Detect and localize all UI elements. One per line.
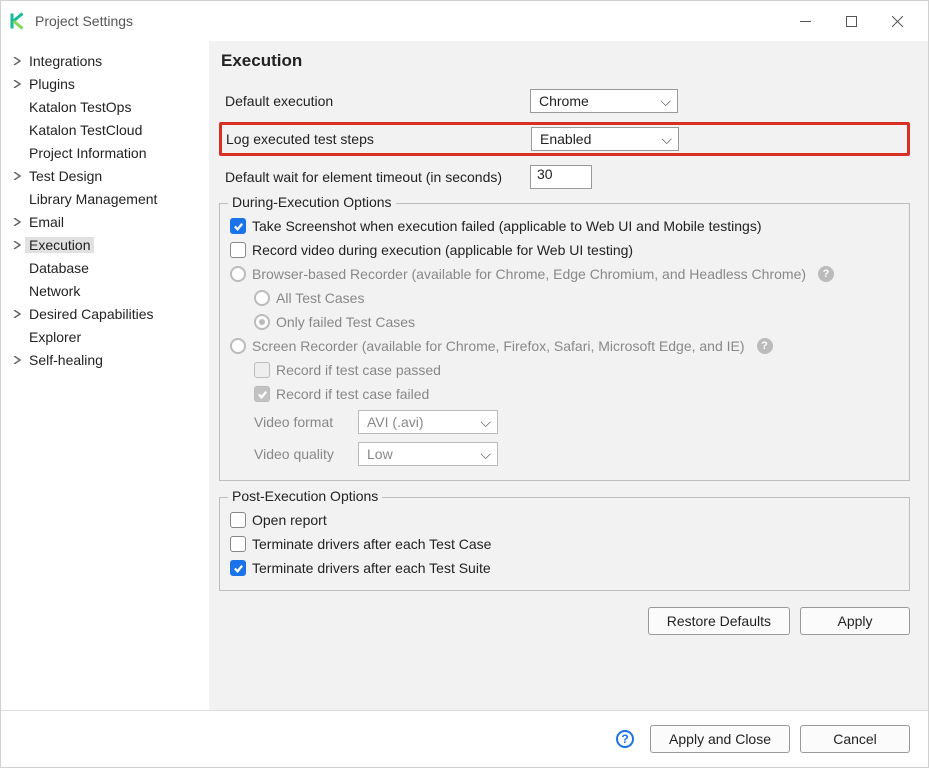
browser-recorder-row: Browser-based Recorder (available for Ch… xyxy=(230,262,899,286)
all-test-cases-radio xyxy=(254,290,270,306)
chevron-right-icon xyxy=(9,53,25,69)
chevron-right-icon xyxy=(9,306,25,322)
video-quality-select: Low ⌵ xyxy=(358,442,498,466)
chevron-down-icon: ⌵ xyxy=(661,131,672,148)
chevron-right-icon xyxy=(9,352,25,368)
terminate-after-case-row[interactable]: Terminate drivers after each Test Case xyxy=(230,532,899,556)
video-format-row: Video format AVI (.avi) ⌵ xyxy=(230,406,899,438)
default-execution-row: Default execution Chrome ⌵ xyxy=(219,86,910,116)
dialog-footer: ? Apply and Close Cancel xyxy=(1,710,928,767)
open-report-checkbox[interactable] xyxy=(230,512,246,528)
execution-panel: Execution Default execution Chrome ⌵ Log… xyxy=(209,41,928,710)
tree-item-network[interactable]: Network xyxy=(5,279,205,302)
terminate-after-case-checkbox[interactable] xyxy=(230,536,246,552)
terminate-after-suite-row[interactable]: Terminate drivers after each Test Suite xyxy=(230,556,899,580)
all-test-cases-row: All Test Cases xyxy=(230,286,899,310)
default-execution-label: Default execution xyxy=(225,93,530,109)
log-executed-steps-label: Log executed test steps xyxy=(226,131,531,147)
tree-item-project-information[interactable]: Project Information xyxy=(5,141,205,164)
maximize-button[interactable] xyxy=(828,5,874,37)
apply-button[interactable]: Apply xyxy=(800,607,910,635)
panel-buttons: Restore Defaults Apply xyxy=(219,607,910,635)
cancel-button[interactable]: Cancel xyxy=(800,725,910,753)
apply-and-close-button[interactable]: Apply and Close xyxy=(650,725,790,753)
video-format-select: AVI (.avi) ⌵ xyxy=(358,410,498,434)
minimize-button[interactable] xyxy=(782,5,828,37)
only-failed-row: Only failed Test Cases xyxy=(230,310,899,334)
tree-item-katalon-testcloud[interactable]: Katalon TestCloud xyxy=(5,118,205,141)
during-execution-fieldset: During-Execution Options Take Screenshot… xyxy=(219,203,910,481)
browser-recorder-radio xyxy=(230,266,246,282)
chevron-right-icon xyxy=(9,76,25,92)
record-if-failed-checkbox xyxy=(254,386,270,402)
tree-item-test-design[interactable]: Test Design xyxy=(5,164,205,187)
tree-item-library-management[interactable]: Library Management xyxy=(5,187,205,210)
help-icon[interactable]: ? xyxy=(616,730,634,748)
tree-item-katalon-testops[interactable]: Katalon TestOps xyxy=(5,95,205,118)
chevron-right-icon xyxy=(9,168,25,184)
post-execution-legend: Post-Execution Options xyxy=(228,488,382,504)
post-execution-fieldset: Post-Execution Options Open report Termi… xyxy=(219,497,910,591)
terminate-after-suite-checkbox[interactable] xyxy=(230,560,246,576)
tree-item-plugins[interactable]: Plugins xyxy=(5,72,205,95)
help-icon[interactable]: ? xyxy=(757,338,773,354)
project-settings-window: Project Settings Integrations Plugins Ka… xyxy=(0,0,929,768)
record-if-failed-row: Record if test case failed xyxy=(230,382,899,406)
default-wait-label: Default wait for element timeout (in sec… xyxy=(225,169,530,185)
tree-item-self-healing[interactable]: Self-healing xyxy=(5,348,205,371)
window-title: Project Settings xyxy=(35,13,133,29)
screen-recorder-row: Screen Recorder (available for Chrome, F… xyxy=(230,334,899,358)
log-executed-steps-select[interactable]: Enabled ⌵ xyxy=(531,127,679,151)
record-if-passed-checkbox xyxy=(254,362,270,378)
record-if-passed-row: Record if test case passed xyxy=(230,358,899,382)
default-wait-input[interactable]: 30 xyxy=(530,165,592,189)
video-format-label: Video format xyxy=(254,414,350,430)
titlebar: Project Settings xyxy=(1,1,928,41)
during-execution-legend: During-Execution Options xyxy=(228,194,396,210)
chevron-down-icon: ⌵ xyxy=(480,446,491,463)
default-execution-select[interactable]: Chrome ⌵ xyxy=(530,89,678,113)
video-quality-row: Video quality Low ⌵ xyxy=(230,438,899,470)
chevron-down-icon: ⌵ xyxy=(480,414,491,431)
settings-tree: Integrations Plugins Katalon TestOps Kat… xyxy=(1,41,209,710)
log-executed-steps-row: Log executed test steps Enabled ⌵ xyxy=(219,122,910,156)
tree-item-explorer[interactable]: Explorer xyxy=(5,325,205,348)
record-video-row[interactable]: Record video during execution (applicabl… xyxy=(230,238,899,262)
chevron-right-icon xyxy=(9,214,25,230)
close-button[interactable] xyxy=(874,5,920,37)
default-wait-row: Default wait for element timeout (in sec… xyxy=(219,162,910,192)
record-video-checkbox[interactable] xyxy=(230,242,246,258)
tree-item-integrations[interactable]: Integrations xyxy=(5,49,205,72)
video-quality-label: Video quality xyxy=(254,446,350,462)
screen-recorder-radio xyxy=(230,338,246,354)
tree-item-database[interactable]: Database xyxy=(5,256,205,279)
tree-item-email[interactable]: Email xyxy=(5,210,205,233)
open-report-row[interactable]: Open report xyxy=(230,508,899,532)
chevron-right-icon xyxy=(9,237,25,253)
tree-item-execution[interactable]: Execution xyxy=(5,233,205,256)
restore-defaults-button[interactable]: Restore Defaults xyxy=(648,607,790,635)
take-screenshot-checkbox[interactable] xyxy=(230,218,246,234)
chevron-down-icon: ⌵ xyxy=(660,93,671,110)
app-logo-icon xyxy=(9,12,27,30)
only-failed-radio xyxy=(254,314,270,330)
help-icon[interactable]: ? xyxy=(818,266,834,282)
take-screenshot-row[interactable]: Take Screenshot when execution failed (a… xyxy=(230,214,899,238)
panel-title: Execution xyxy=(221,51,910,71)
tree-item-desired-capabilities[interactable]: Desired Capabilities xyxy=(5,302,205,325)
